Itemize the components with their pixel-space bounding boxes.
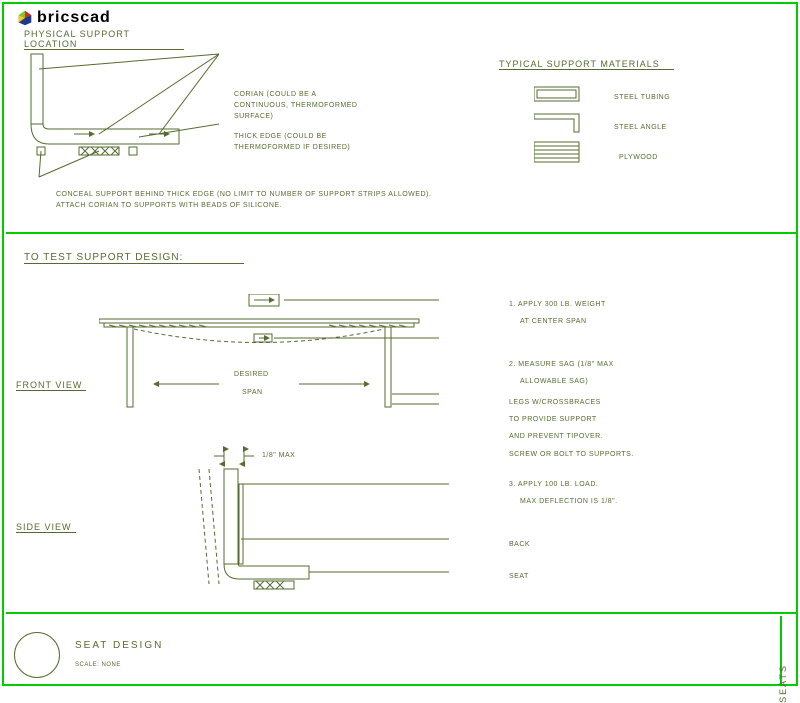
ann-thick-1: THICK EDGE (COULD BE xyxy=(234,131,404,142)
support-location-drawing xyxy=(19,49,219,179)
step3b: MAX DEFLECTION IS 1/8". xyxy=(520,496,618,507)
side-view-label: SIDE VIEW xyxy=(16,522,76,533)
drawing-title: SEAT DESIGN xyxy=(75,640,163,651)
ann-attach: ATTACH CORIAN TO SUPPORTS WITH BEADS OF … xyxy=(56,200,486,211)
section1-title: PHYSICAL SUPPORT LOCATION xyxy=(24,29,184,49)
ann-conceal: CONCEAL SUPPORT BEHIND THICK EDGE (NO LI… xyxy=(56,189,486,200)
ann-thick-2: THERMOFORMED IF DESIRED) xyxy=(234,142,404,153)
mat-plywood: PLYWOOD xyxy=(619,152,658,163)
legs1: LEGS W/CROSSBRACES xyxy=(509,397,634,408)
step1b: AT CENTER SPAN xyxy=(520,316,606,327)
materials-symbols xyxy=(534,82,594,167)
mat-angle: STEEL ANGLE xyxy=(614,122,667,133)
back-label: BACK xyxy=(509,539,530,550)
side-label: SEATS xyxy=(778,664,788,703)
span-label: SPAN xyxy=(242,387,263,398)
front-view-label: FRONT VIEW xyxy=(16,380,86,391)
logo: bricscad xyxy=(16,9,111,27)
step3a: 3. APPLY 100 LB. LOAD. xyxy=(509,479,618,490)
ann-corian-1: CORIAN (COULD BE A xyxy=(234,89,404,100)
step1a: 1. APPLY 300 LB. WEIGHT xyxy=(509,299,606,310)
step2b: ALLOWABLE SAG) xyxy=(520,376,614,387)
title-circle xyxy=(14,632,60,678)
materials-title: TYPICAL SUPPORT MATERIALS xyxy=(499,59,674,69)
desired-label: DESIRED xyxy=(234,369,269,380)
section-divider-1 xyxy=(6,232,798,234)
scale-label: SCALE: NONE xyxy=(75,661,163,671)
seat-label: SEAT xyxy=(509,571,529,582)
ann-corian-3: SURFACE) xyxy=(234,111,404,122)
max-label: 1/8" MAX xyxy=(262,450,295,461)
legs4: SCREW OR BOLT TO SUPPORTS. xyxy=(509,449,634,460)
title-block: SEAT DESIGN SCALE: NONE xyxy=(14,632,163,678)
step2a: 2. MEASURE SAG (1/8" MAX xyxy=(509,359,614,370)
legs2: TO PROVIDE SUPPORT xyxy=(509,414,634,425)
bricscad-icon xyxy=(16,9,34,27)
side-view-drawing xyxy=(169,444,449,594)
front-view-drawing xyxy=(99,294,439,429)
legs3: AND PREVENT TIPOVER. xyxy=(509,431,634,442)
section-divider-2 xyxy=(6,612,798,614)
section2-title: TO TEST SUPPORT DESIGN: xyxy=(24,252,244,263)
logo-text: bricscad xyxy=(37,9,111,27)
ann-corian-2: CONTINUOUS, THERMOFORMED xyxy=(234,100,404,111)
mat-tubing: STEEL TUBING xyxy=(614,92,670,103)
